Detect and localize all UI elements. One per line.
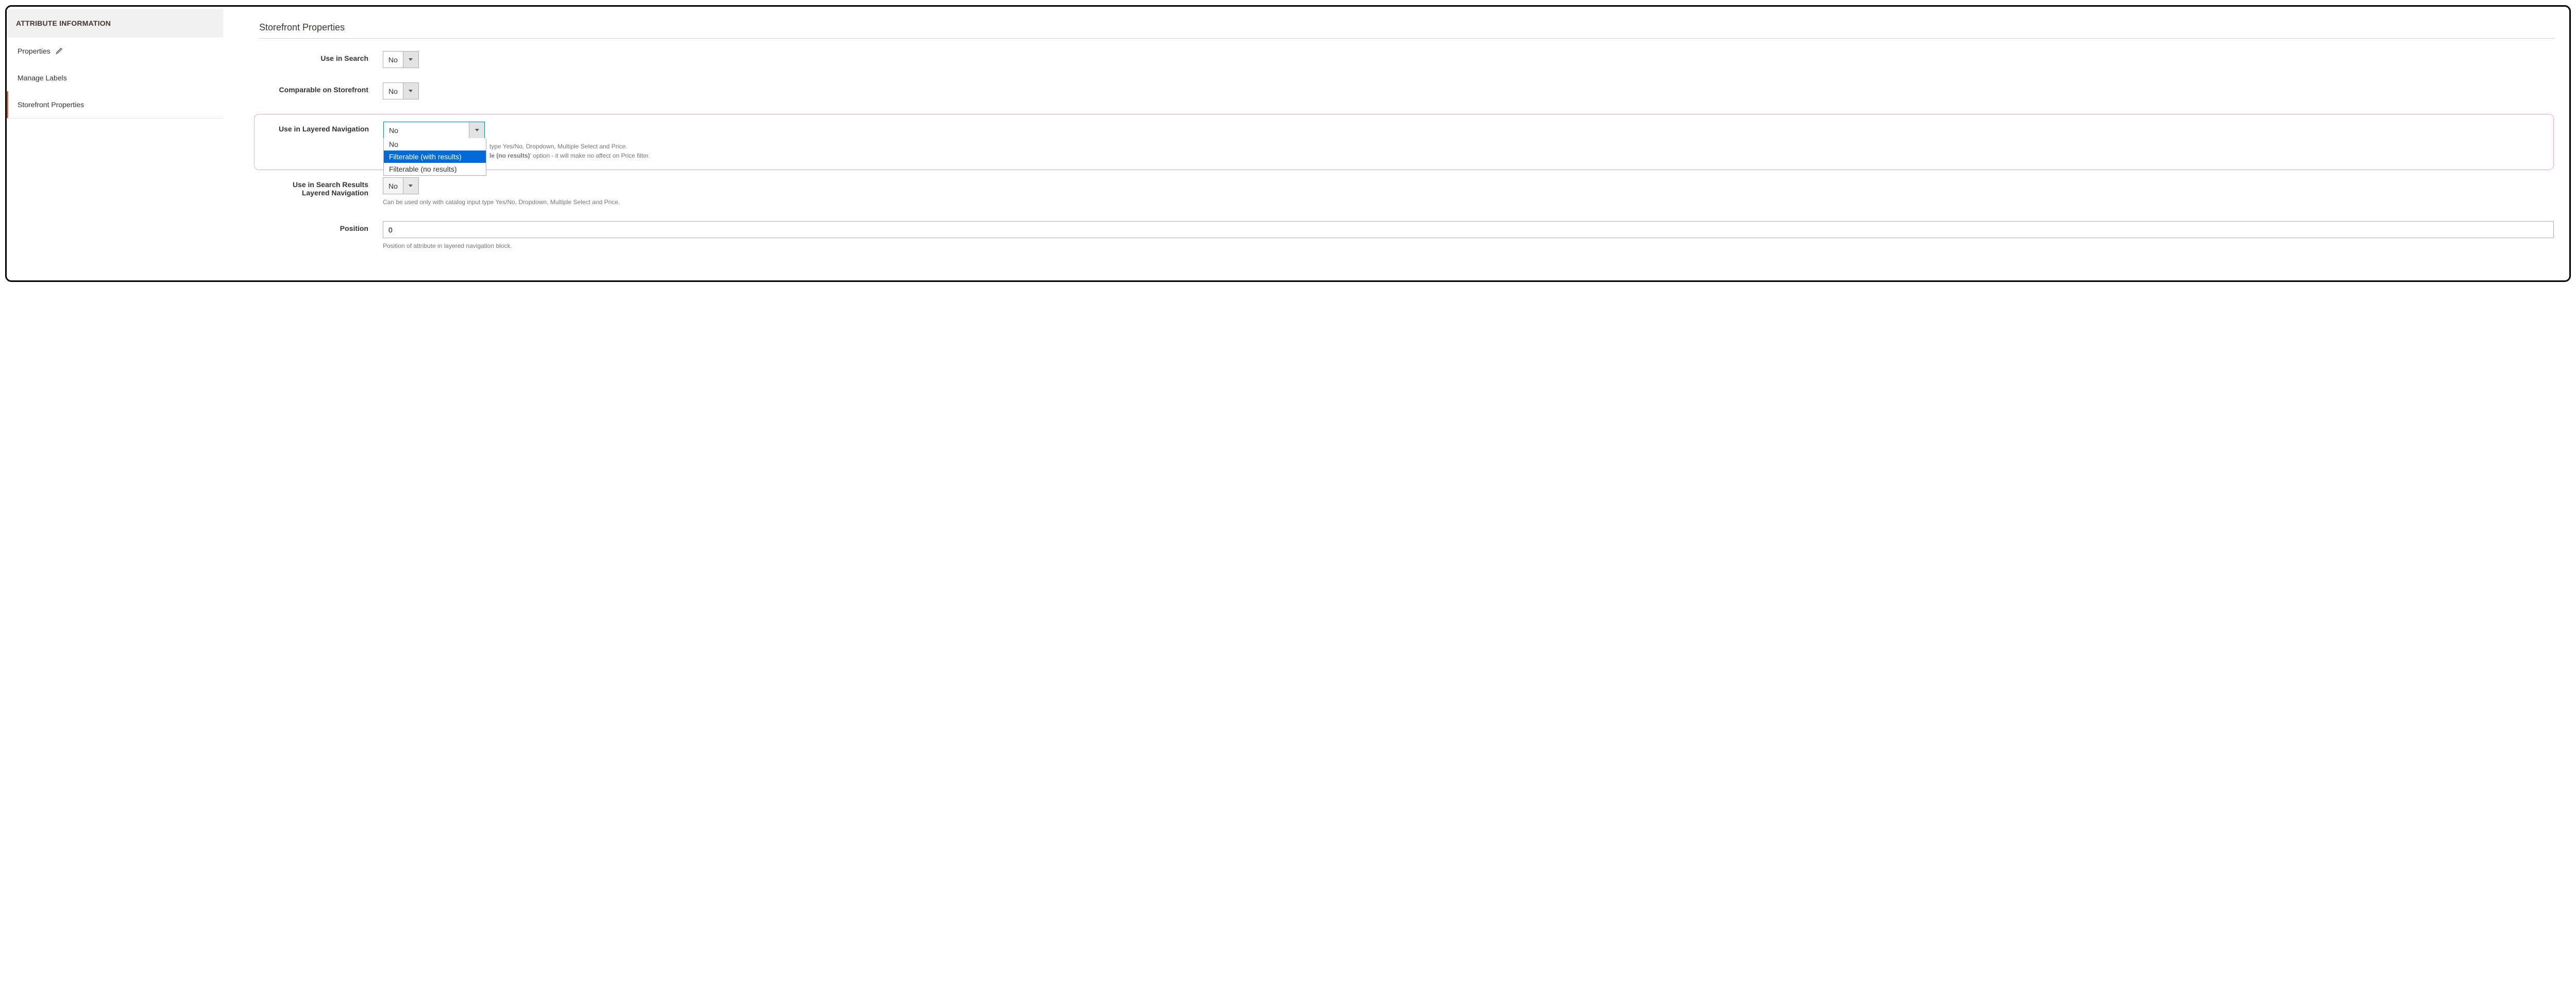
sidebar-item-properties[interactable]: Properties (7, 38, 223, 64)
title-rule (259, 38, 2554, 39)
sidebar-item-label: Storefront Properties (18, 101, 84, 109)
comparable-select[interactable]: No (383, 82, 419, 99)
select-value: No (384, 122, 469, 138)
use-in-search-select[interactable]: No (383, 51, 419, 68)
field-label: Use in Search (259, 51, 383, 62)
search-results-layered-select: No (383, 177, 419, 194)
field-comparable: Comparable on Storefront No (259, 82, 2554, 99)
field-label: Comparable on Storefront (259, 82, 383, 94)
main-content: Storefront Properties Use in Search No C… (223, 7, 2569, 280)
chevron-down-icon (403, 83, 418, 99)
sidebar-item-label: Properties (18, 47, 50, 55)
chevron-down-icon (403, 178, 418, 194)
help-text: Position of attribute in layered navigat… (383, 241, 2554, 251)
help-text: type Yes/No, Dropdown, Multiple Select a… (383, 142, 2548, 160)
field-label: Use in Layered Navigation (260, 122, 383, 133)
dropdown-option-filterable-no-results[interactable]: Filterable (no results) (384, 163, 486, 175)
select-value: No (383, 83, 403, 99)
field-use-in-search: Use in Search No (259, 51, 2554, 68)
layered-nav-select[interactable]: No (383, 122, 485, 139)
select-value: No (383, 52, 403, 68)
chevron-down-icon (469, 122, 484, 138)
highlight-box: Use in Layered Navigation No No Filterab… (254, 114, 2554, 170)
dropdown-option-no[interactable]: No (384, 138, 486, 151)
dropdown-option-filterable-with-results[interactable]: Filterable (with results) (384, 151, 486, 163)
select-value: No (383, 178, 403, 194)
position-input[interactable] (383, 221, 2554, 238)
sidebar: ATTRIBUTE INFORMATION Properties Manage … (7, 7, 223, 280)
field-search-results-layered: Use in Search Results Layered Navigation… (259, 177, 2554, 207)
sidebar-item-manage-labels[interactable]: Manage Labels (7, 64, 223, 91)
layered-nav-dropdown: No Filterable (with results) Filterable … (383, 138, 486, 176)
sidebar-separator (7, 118, 223, 119)
sidebar-item-storefront-properties[interactable]: Storefront Properties (7, 91, 223, 118)
sidebar-item-label: Manage Labels (18, 74, 67, 82)
chevron-down-icon (403, 52, 418, 68)
field-label: Use in Search Results Layered Navigation (259, 177, 383, 197)
pencil-icon (56, 47, 63, 55)
sidebar-header: ATTRIBUTE INFORMATION (7, 9, 223, 38)
field-label: Position (259, 221, 383, 232)
field-layered-nav: Use in Layered Navigation No No Filterab… (255, 122, 2553, 160)
help-text: Can be used only with catalog input type… (383, 197, 2554, 207)
field-position: Position Position of attribute in layere… (259, 221, 2554, 251)
section-title: Storefront Properties (259, 22, 2554, 33)
admin-panel: ATTRIBUTE INFORMATION Properties Manage … (5, 5, 2571, 282)
